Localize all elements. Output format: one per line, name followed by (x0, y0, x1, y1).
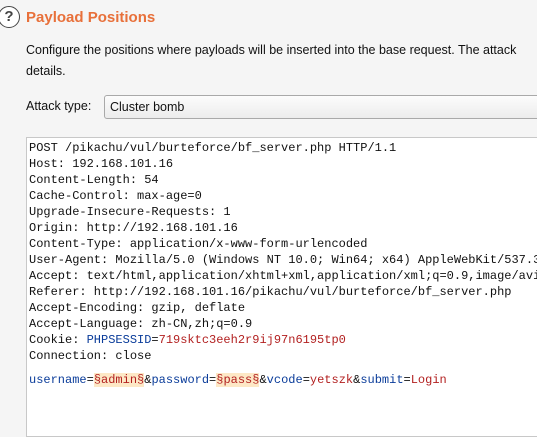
request-editor[interactable]: POST /pikachu/vul/burteforce/bf_server.p… (26, 137, 537, 437)
payload-marker-password[interactable]: §pass§ (216, 373, 260, 387)
param-name-submit: submit (360, 373, 404, 387)
header-line: Origin: http://192.168.101.16 (29, 221, 238, 235)
param-value-vcode: yetszk (309, 373, 354, 387)
param-name-password: password (151, 373, 210, 387)
cookie-label: Cookie: (29, 333, 87, 347)
header-line: Cache-Control: max-age=0 (29, 189, 202, 203)
equals: = (302, 373, 310, 387)
cookie-eq: = (151, 333, 159, 347)
cookie-key: PHPSESSID (86, 333, 152, 347)
header-line: Content-Type: application/x-www-form-url… (29, 237, 368, 251)
header-line: Connection: close (29, 349, 152, 363)
param-value-submit: Login (410, 373, 447, 387)
cookie-value: 719sktc3eeh2r9ij97n6195tp0 (158, 333, 346, 347)
attack-type-label: Attack type: (26, 99, 92, 113)
request-line: POST /pikachu/vul/burteforce/bf_server.p… (29, 141, 397, 155)
payload-marker-username[interactable]: §admin§ (93, 373, 145, 387)
header-line: Referer: http://192.168.101.16/pikachu/v… (29, 285, 512, 299)
cookie-line: Cookie: PHPSESSID=719sktc3eeh2r9ij97n619… (29, 332, 537, 348)
section-title: Payload Positions (26, 9, 156, 26)
header-line: User-Agent: Mozilla/5.0 (Windows NT 10.0… (29, 253, 537, 267)
header-line: Accept-Language: zh-CN,zh;q=0.9 (29, 317, 253, 331)
equals: = (403, 373, 411, 387)
help-icon[interactable]: ? (0, 6, 20, 28)
header-line: Host: 192.168.101.16 (29, 157, 174, 171)
header-line: Accept: text/html,application/xhtml+xml,… (29, 269, 537, 283)
header-line: Upgrade-Insecure-Requests: 1 (29, 205, 231, 219)
header-line: Accept-Encoding: gzip, deflate (29, 301, 246, 315)
param-name-vcode: vcode (266, 373, 303, 387)
section-description: Configure the positions where payloads w… (26, 43, 517, 78)
ampersand: & (259, 373, 267, 387)
body-line: username=§admin§&password=§pass§&vcode=y… (29, 372, 537, 388)
header-line: Content-Length: 54 (29, 173, 159, 187)
param-name-username: username (29, 373, 87, 387)
equals: = (86, 373, 94, 387)
attack-type-select[interactable]: Cluster bomb (104, 95, 537, 119)
